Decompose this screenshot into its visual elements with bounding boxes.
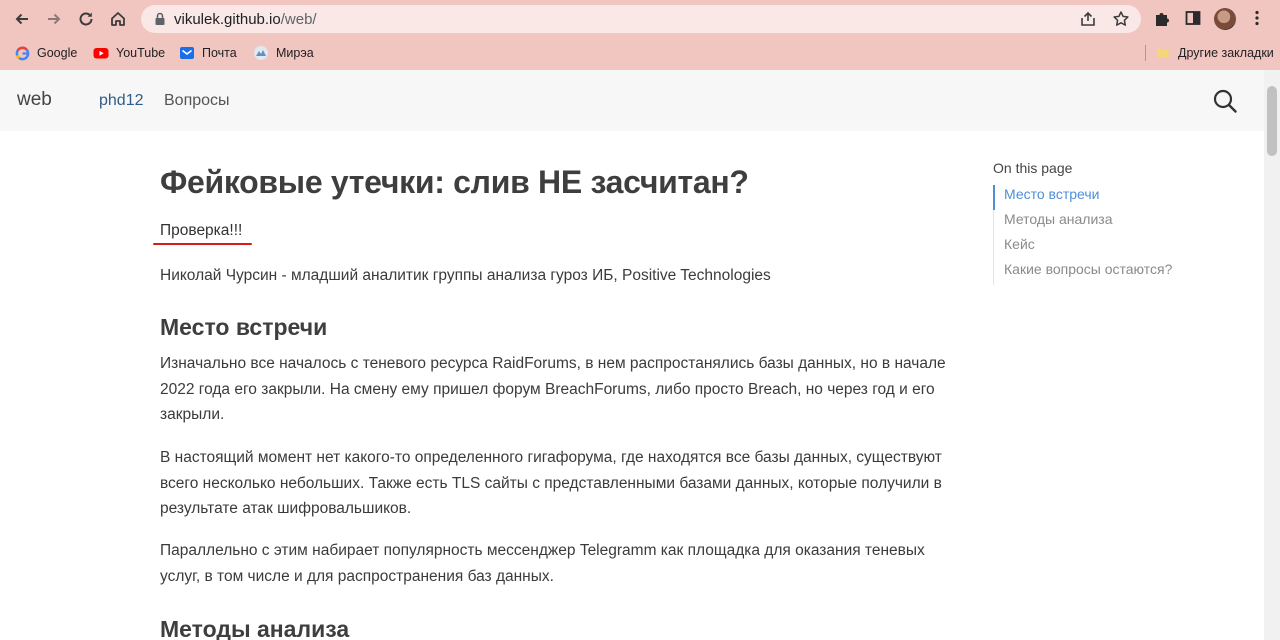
toc-item[interactable]: Место встречи <box>993 185 1193 210</box>
section-heading: Методы анализа <box>160 616 350 640</box>
paragraph: Изначально все началось с теневого ресур… <box>160 355 946 423</box>
check-label: Проверка!!! <box>160 222 243 239</box>
address-bar[interactable]: vikulek.github.io/web/ <box>141 5 1141 33</box>
bookmark-label: Почта <box>202 46 237 60</box>
browser-chrome: vikulek.github.io/web/ Google YouTube По… <box>0 0 1280 70</box>
scrollbar-thumb[interactable] <box>1267 86 1277 156</box>
url-host: vikulek.github.io <box>174 11 281 28</box>
mail-icon <box>179 45 195 61</box>
arrow-right-icon <box>48 13 61 25</box>
bookmark-label: YouTube <box>116 46 166 60</box>
toc-title: On this page <box>993 160 1073 176</box>
browser-toolbar: vikulek.github.io/web/ <box>0 0 1280 37</box>
nav-link-phd12[interactable]: phd12 <box>99 92 144 110</box>
table-of-contents: On this page Место встречи Методы анализ… <box>993 160 1172 285</box>
bookmarks-divider <box>1145 45 1146 61</box>
side-panel-button[interactable] <box>1181 6 1205 30</box>
toc-item[interactable]: Какие вопросы остаются? <box>994 260 1193 285</box>
paragraph: В настоящий момент нет какого-то определ… <box>160 449 942 517</box>
bookmark-google[interactable]: Google <box>14 43 77 63</box>
arrow-left-icon <box>15 13 28 25</box>
article: Фейковые утечки: слив НЕ засчитан? Прове… <box>153 161 960 640</box>
lock-icon <box>155 12 165 25</box>
share-icon[interactable] <box>1079 10 1097 28</box>
url-text: vikulek.github.io/web/ <box>174 11 317 28</box>
reload-icon <box>79 12 93 26</box>
red-underline <box>153 243 252 245</box>
author-line: Николай Чурсин - младший аналитик группы… <box>160 267 771 284</box>
bookmark-label: Google <box>37 46 78 60</box>
menu-button[interactable] <box>1245 6 1269 30</box>
home-button[interactable] <box>105 6 131 32</box>
other-bookmarks[interactable]: Другие закладки <box>1155 43 1274 63</box>
bookmarks-bar: Google YouTube Почта Мирэа Другие заклад… <box>0 37 1280 69</box>
site-brand[interactable]: web <box>17 89 52 111</box>
search-icon[interactable] <box>1212 88 1238 114</box>
url-path: /web/ <box>280 11 317 28</box>
paragraph: Параллельно с этим набирает популярность… <box>160 542 925 585</box>
page-scrollbar[interactable] <box>1264 70 1280 640</box>
puzzle-icon <box>1156 13 1169 26</box>
bookmark-label: Мирэа <box>276 46 314 60</box>
reload-button[interactable] <box>73 6 99 32</box>
toc-item[interactable]: Кейс <box>994 235 1193 260</box>
mirea-icon <box>253 45 269 61</box>
bookmark-youtube[interactable]: YouTube <box>93 43 165 63</box>
nav-link-questions[interactable]: Вопросы <box>164 92 230 110</box>
back-button[interactable] <box>9 6 35 32</box>
web-page: web phd12 Вопросы Фейковые утечки: слив … <box>0 70 1264 640</box>
kebab-menu-icon <box>1255 10 1259 26</box>
home-icon <box>111 12 125 26</box>
other-bookmarks-label: Другие закладки <box>1178 46 1274 60</box>
forward-button[interactable] <box>41 6 67 32</box>
toc-item[interactable]: Методы анализа <box>994 210 1193 235</box>
page-title: Фейковые утечки: слив НЕ засчитан? <box>160 164 749 200</box>
profile-avatar[interactable] <box>1214 8 1236 30</box>
bookmark-mail[interactable]: Почта <box>179 43 237 63</box>
site-header: web phd12 Вопросы <box>0 70 1264 131</box>
bookmark-star-icon[interactable] <box>1112 10 1130 28</box>
bookmark-mirea[interactable]: Мирэа <box>253 43 314 63</box>
extensions-button[interactable] <box>1150 6 1174 30</box>
youtube-icon <box>93 45 109 61</box>
folder-icon <box>1155 45 1171 61</box>
section-heading: Место встречи <box>160 314 328 340</box>
toc-list: Место встречи Методы анализа Кейс Какие … <box>993 185 1193 285</box>
side-panel-icon <box>1185 11 1201 25</box>
google-icon <box>14 45 30 61</box>
